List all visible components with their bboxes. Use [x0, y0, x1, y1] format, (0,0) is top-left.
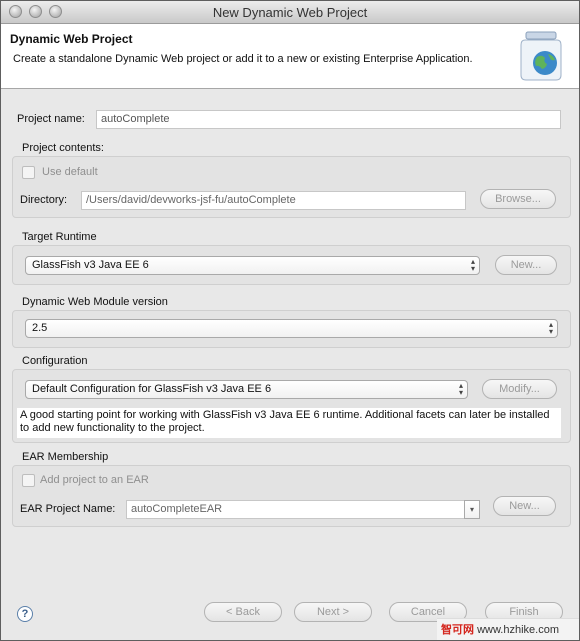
updown-arrows-icon: ▴ ▾	[458, 381, 463, 397]
browse-button[interactable]: Browse...	[480, 189, 556, 209]
add-to-ear-label: Add project to an EAR	[40, 474, 149, 486]
project-contents-group: Use default Directory: /Users/david/devw…	[12, 156, 571, 218]
target-runtime-group: GlassFish v3 Java EE 6 ▴ ▾ New...	[12, 245, 571, 285]
new-ear-button[interactable]: New...	[493, 496, 556, 516]
use-default-label: Use default	[42, 166, 98, 178]
ear-membership-title: EAR Membership	[22, 451, 109, 463]
ear-project-name-input[interactable]: autoCompleteEAR	[126, 500, 466, 519]
module-version-title: Dynamic Web Module version	[22, 296, 168, 308]
updown-arrows-icon: ▴ ▾	[470, 257, 475, 273]
watermark-prefix: 智可网	[441, 624, 474, 636]
configuration-title: Configuration	[22, 355, 88, 367]
project-contents-title: Project contents:	[22, 142, 104, 154]
wizard-banner: Dynamic Web Project Create a standalone …	[1, 24, 579, 89]
help-icon[interactable]: ?	[17, 606, 33, 622]
jar-globe-icon	[520, 31, 562, 81]
title-bar: New Dynamic Web Project	[1, 1, 579, 24]
project-name-input[interactable]: autoComplete	[96, 110, 561, 129]
modify-button[interactable]: Modify...	[482, 379, 557, 399]
configuration-value: Default Configuration for GlassFish v3 J…	[32, 383, 272, 395]
add-to-ear-checkbox[interactable]	[22, 474, 35, 487]
project-name-label: Project name:	[17, 113, 85, 125]
window-title: New Dynamic Web Project	[212, 5, 368, 20]
back-button[interactable]: < Back	[204, 602, 282, 622]
ear-membership-group: Add project to an EAR EAR Project Name: …	[12, 465, 571, 527]
new-runtime-button[interactable]: New...	[495, 255, 557, 275]
target-runtime-select[interactable]: GlassFish v3 Java EE 6 ▴ ▾	[25, 256, 480, 275]
banner-description: Create a standalone Dynamic Web project …	[13, 53, 473, 65]
directory-input[interactable]: /Users/david/devworks-jsf-fu/autoComplet…	[81, 191, 466, 210]
target-runtime-value: GlassFish v3 Java EE 6	[32, 259, 149, 271]
dialog-window: New Dynamic Web Project Dynamic Web Proj…	[0, 0, 580, 641]
banner-title: Dynamic Web Project	[10, 32, 133, 46]
watermark-url: www.hzhike.com	[477, 624, 559, 636]
target-runtime-title: Target Runtime	[22, 231, 97, 243]
configuration-select[interactable]: Default Configuration for GlassFish v3 J…	[25, 380, 468, 399]
module-version-select[interactable]: 2.5 ▴ ▾	[25, 319, 558, 338]
module-version-group: 2.5 ▴ ▾	[12, 310, 571, 348]
configuration-description: A good starting point for working with G…	[17, 408, 561, 438]
next-button[interactable]: Next >	[294, 602, 372, 622]
module-version-value: 2.5	[32, 322, 48, 334]
ear-dropdown-chevron-icon[interactable]: ▾	[464, 500, 480, 519]
ear-project-name-label: EAR Project Name:	[20, 503, 116, 515]
updown-arrows-icon: ▴ ▾	[548, 320, 553, 336]
watermark: 智可网 www.hzhike.com	[437, 618, 579, 640]
use-default-checkbox[interactable]	[22, 166, 35, 179]
directory-label: Directory:	[20, 194, 68, 206]
